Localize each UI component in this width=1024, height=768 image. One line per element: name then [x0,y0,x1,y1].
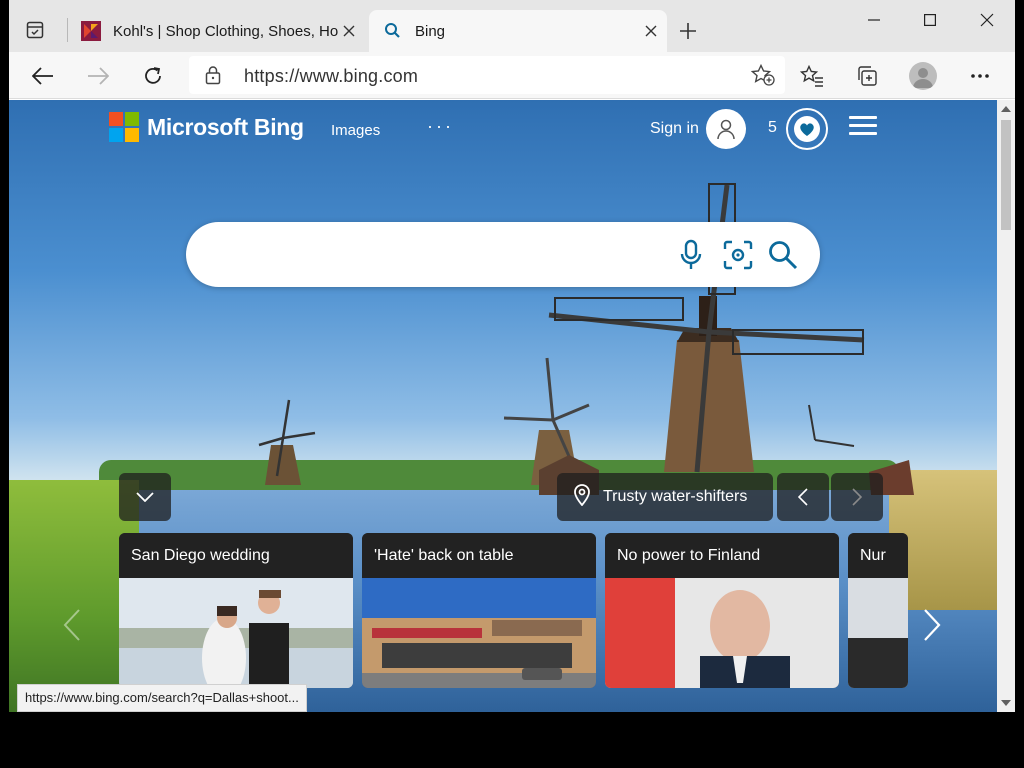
location-pin-icon [573,483,591,511]
url-text: https://www.bing.com [244,66,419,86]
tab-kohls[interactable]: Kohl's | Shop Clothing, Shoes, Ho [81,10,365,52]
microsoft-logo-icon [109,112,139,142]
search-favicon-icon [385,23,400,38]
chevron-left-icon [798,488,808,506]
news-headline: Nur [848,533,908,578]
forward-arrow-icon[interactable] [82,60,114,92]
close-window-icon[interactable] [964,4,1010,36]
scrollbar-thumb[interactable] [1001,120,1011,230]
visual-search-icon[interactable] [721,238,755,272]
new-tab-icon[interactable] [675,18,701,44]
news-headline: No power to Finland [605,533,839,578]
microphone-icon[interactable] [674,238,708,272]
search-box [186,222,820,287]
news-headline: San Diego wedding [119,533,353,578]
collapse-feed-button[interactable] [119,473,171,521]
more-options-icon[interactable] [964,60,996,92]
tab-title: Kohl's | Shop Clothing, Shoes, Ho [113,22,339,40]
scroll-up-arrow-icon[interactable] [1000,104,1012,114]
news-thumbnail-image [605,578,839,688]
news-thumbnail-image [119,578,353,688]
bing-logo[interactable]: Microsoft Bing [109,112,304,142]
brand-name: Microsoft Bing [147,113,304,140]
chevron-down-icon [136,492,154,502]
tab-actions-icon[interactable] [23,18,47,42]
image-info-button[interactable]: Trusty water-shifters [557,473,773,521]
news-card[interactable]: 'Hate' back on table [362,533,596,688]
rewards-count: 5 [768,119,777,136]
favorites-icon[interactable] [796,60,828,92]
scroll-down-arrow-icon[interactable] [1000,698,1012,708]
news-headline: 'Hate' back on table [362,533,596,578]
vertical-scrollbar[interactable] [997,100,1015,712]
tab-bing[interactable]: Bing [369,10,667,52]
back-arrow-icon[interactable] [27,60,59,92]
sign-in-avatar-icon[interactable] [706,109,746,149]
previous-image-button[interactable] [777,473,829,521]
tab-separator [67,18,68,42]
search-icon[interactable] [766,238,800,272]
image-title: Trusty water-shifters [603,488,748,505]
maximize-icon[interactable] [907,4,953,36]
collections-icon[interactable] [851,60,883,92]
lock-icon[interactable] [205,65,221,90]
minimize-icon[interactable] [851,4,897,36]
nav-images-link[interactable]: Images [331,122,380,139]
profile-avatar[interactable] [907,60,939,92]
browser-window: Kohl's | Shop Clothing, Shoes, Ho Bing h… [9,0,1015,712]
close-tab-icon[interactable] [339,21,359,41]
kohls-favicon-icon [81,21,101,41]
add-favorite-icon[interactable] [750,63,775,91]
news-card[interactable]: San Diego wedding [119,533,353,688]
bing-homepage: Microsoft Bing Images ··· Sign in 5 Trus… [9,100,997,712]
refresh-icon[interactable] [137,60,169,92]
news-previous-arrow-icon[interactable] [57,605,87,645]
nav-more-icon[interactable]: ··· [427,116,454,137]
chevron-right-icon [852,488,862,506]
search-input[interactable] [216,240,676,270]
news-card[interactable]: Nur [848,533,908,688]
tab-title: Bing [415,22,446,40]
rewards-heart-icon[interactable] [786,108,828,150]
tab-strip: Kohl's | Shop Clothing, Shoes, Ho Bing [9,0,1015,52]
news-card[interactable]: No power to Finland [605,533,839,688]
sign-in-link[interactable]: Sign in [650,120,699,138]
news-thumbnail-image [848,578,908,688]
hamburger-menu-icon[interactable] [849,116,877,138]
news-next-arrow-icon[interactable] [917,605,947,645]
news-thumbnail-image [362,578,596,688]
browser-toolbar: https://www.bing.com [9,52,1015,99]
status-bar-url: https://www.bing.com/search?q=Dallas+sho… [17,684,307,712]
next-image-button[interactable] [831,473,883,521]
address-bar[interactable]: https://www.bing.com [189,56,785,94]
close-tab-icon[interactable] [641,21,661,41]
